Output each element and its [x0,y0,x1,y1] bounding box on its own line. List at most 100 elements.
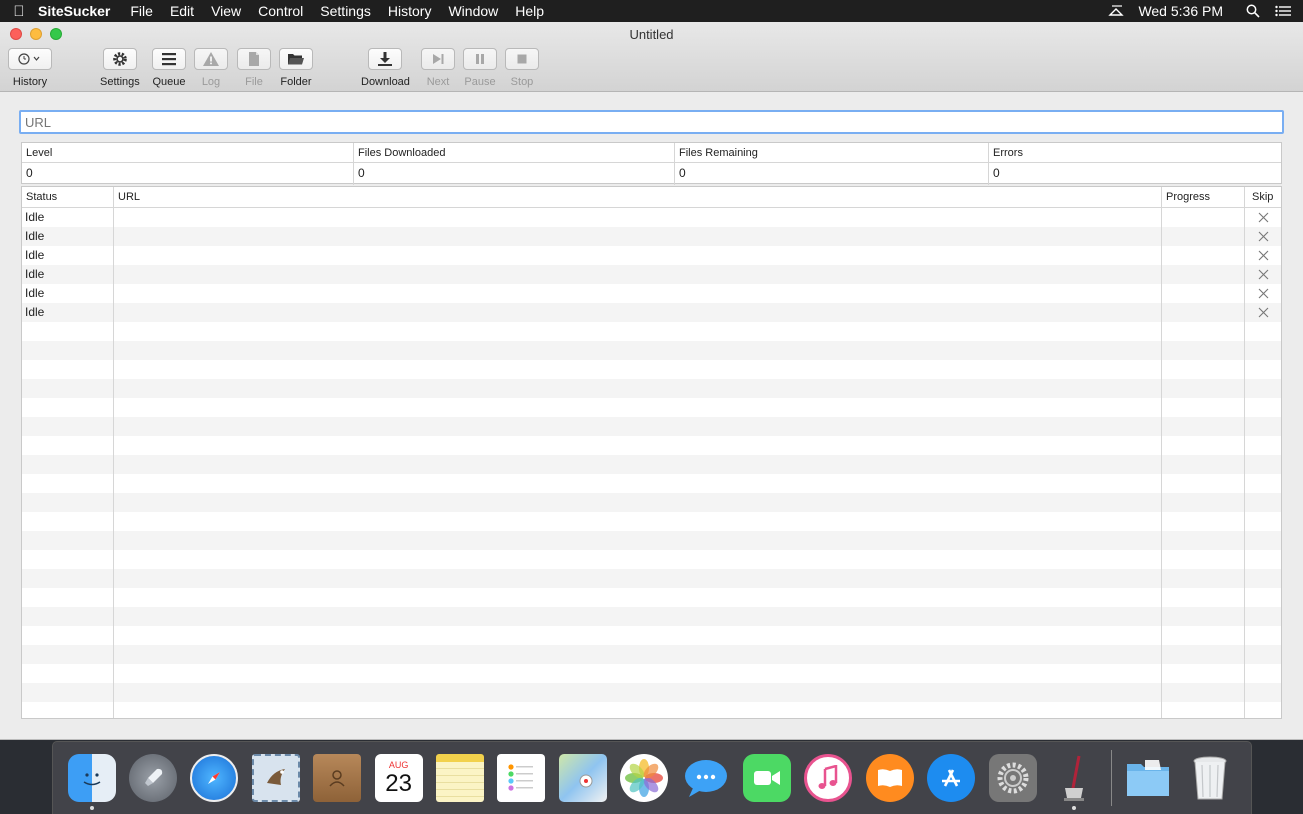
pause-button[interactable]: Pause [463,48,497,88]
stop-button[interactable]: Stop [505,48,539,88]
download-label: Download [361,76,410,88]
menu-file[interactable]: File [130,3,153,19]
contacts-icon [313,754,362,802]
dock-messages[interactable] [675,748,736,808]
clock-icon [18,53,40,65]
running-indicator [1071,806,1076,810]
dock-app-store[interactable] [920,748,981,808]
folder-button[interactable]: Folder [279,48,313,88]
window-title: Untitled [629,27,674,42]
skip-close-icon[interactable] [1245,228,1281,245]
queue-button[interactable]: Queue [152,48,186,88]
dock-ibooks[interactable] [859,748,920,808]
menu-settings[interactable]: Settings [320,3,371,19]
file-button[interactable]: File [237,48,271,88]
stats-files-downloaded-header: Files Downloaded [354,143,674,163]
calendar-day: 23 [385,769,412,797]
history-label: History [12,76,48,88]
running-indicator [89,806,94,810]
folder-label: Folder [280,76,312,88]
menu-history[interactable]: History [388,3,432,19]
stats-files-downloaded-value: 0 [358,166,365,180]
column-header-progress[interactable]: Progress [1162,187,1210,208]
table-row[interactable]: Idle [22,208,1281,227]
dock-facetime[interactable] [736,748,797,808]
next-label: Next [426,76,450,88]
table-row[interactable]: Idle [22,265,1281,284]
dock-trash[interactable] [1179,748,1240,808]
dock-mail[interactable] [245,748,306,808]
table-row[interactable]: Idle [22,227,1281,246]
download-button[interactable]: Download [361,48,410,88]
skip-forward-icon [433,54,444,64]
column-divider [1161,187,1162,718]
dock-finder[interactable] [61,748,122,810]
skip-close-icon[interactable] [1245,304,1281,321]
dock-downloads-folder[interactable] [1118,748,1179,808]
menu-control[interactable]: Control [258,3,303,19]
stats-files-remaining-value: 0 [679,166,686,180]
table-row[interactable]: Idle [22,303,1281,322]
stats-errors-header: Errors [989,143,1281,163]
airplay-icon[interactable] [1108,3,1125,19]
document-icon [249,52,259,66]
calendar-month: AUG [388,759,409,770]
dock-calendar[interactable]: AUG 23 [368,748,429,808]
file-label: File [245,76,263,88]
log-label: Log [201,76,221,88]
dock-sitesucker[interactable] [1043,748,1104,810]
dock-photos[interactable] [614,748,675,808]
dock-notes[interactable] [429,748,490,808]
skip-close-icon[interactable] [1245,285,1281,302]
column-header-url[interactable]: URL [114,187,140,208]
log-button[interactable]: Log [194,48,228,88]
dock-system-preferences[interactable] [982,748,1043,808]
history-button[interactable]: History [8,48,52,88]
dock-launchpad[interactable] [122,748,183,808]
download-stats: Level 0 Files Downloaded 0 Files Remaini… [21,142,1282,185]
stats-level-header: Level [22,143,353,163]
stats-level-value: 0 [26,166,33,180]
launchpad-icon [129,754,178,802]
menu-clock[interactable]: Wed 5:36 PM [1138,3,1223,19]
url-input[interactable] [19,110,1284,134]
next-button[interactable]: Next [421,48,455,88]
notification-center-icon[interactable] [1275,3,1291,19]
table-header: Status URL Progress Skip [22,187,1281,208]
menu-view[interactable]: View [211,3,241,19]
warning-icon [203,52,219,66]
stats-files-downloaded: Files Downloaded 0 [354,143,675,185]
row-status: Idle [25,229,45,243]
app-store-icon [927,754,976,802]
skip-close-icon[interactable] [1245,247,1281,264]
apple-menu-icon[interactable]:  [0,3,38,20]
menu-window[interactable]: Window [448,3,498,19]
row-status: Idle [25,210,45,224]
dock-itunes[interactable] [798,748,859,808]
pause-label: Pause [464,76,496,88]
dock-reminders[interactable] [491,748,552,808]
menu-app-name[interactable]: SiteSucker [38,3,110,19]
menu-edit[interactable]: Edit [170,3,194,19]
maps-icon [558,754,607,802]
settings-label: Settings [100,76,140,88]
dock-contacts[interactable] [307,748,368,808]
skip-close-icon[interactable] [1245,266,1281,283]
spotlight-search-icon[interactable] [1245,3,1261,19]
table-body: Idle Idle Idle Idle Idle Idle [22,208,1281,718]
download-icon [378,52,393,66]
settings-button[interactable]: Settings [100,48,140,88]
table-row[interactable]: Idle [22,284,1281,303]
dock-safari[interactable] [184,748,245,808]
column-header-status[interactable]: Status [22,187,57,208]
skip-close-icon[interactable] [1245,209,1281,226]
notes-icon [436,754,485,802]
dock: AUG 23 [52,741,1252,814]
folder-open-icon [288,54,304,65]
menu-help[interactable]: Help [515,3,544,19]
column-header-skip[interactable]: Skip [1248,187,1273,208]
queue-table: Status URL Progress Skip Idle Idle Idle … [21,186,1282,719]
table-row[interactable]: Idle [22,246,1281,265]
finder-icon [67,754,116,802]
dock-maps[interactable] [552,748,613,808]
